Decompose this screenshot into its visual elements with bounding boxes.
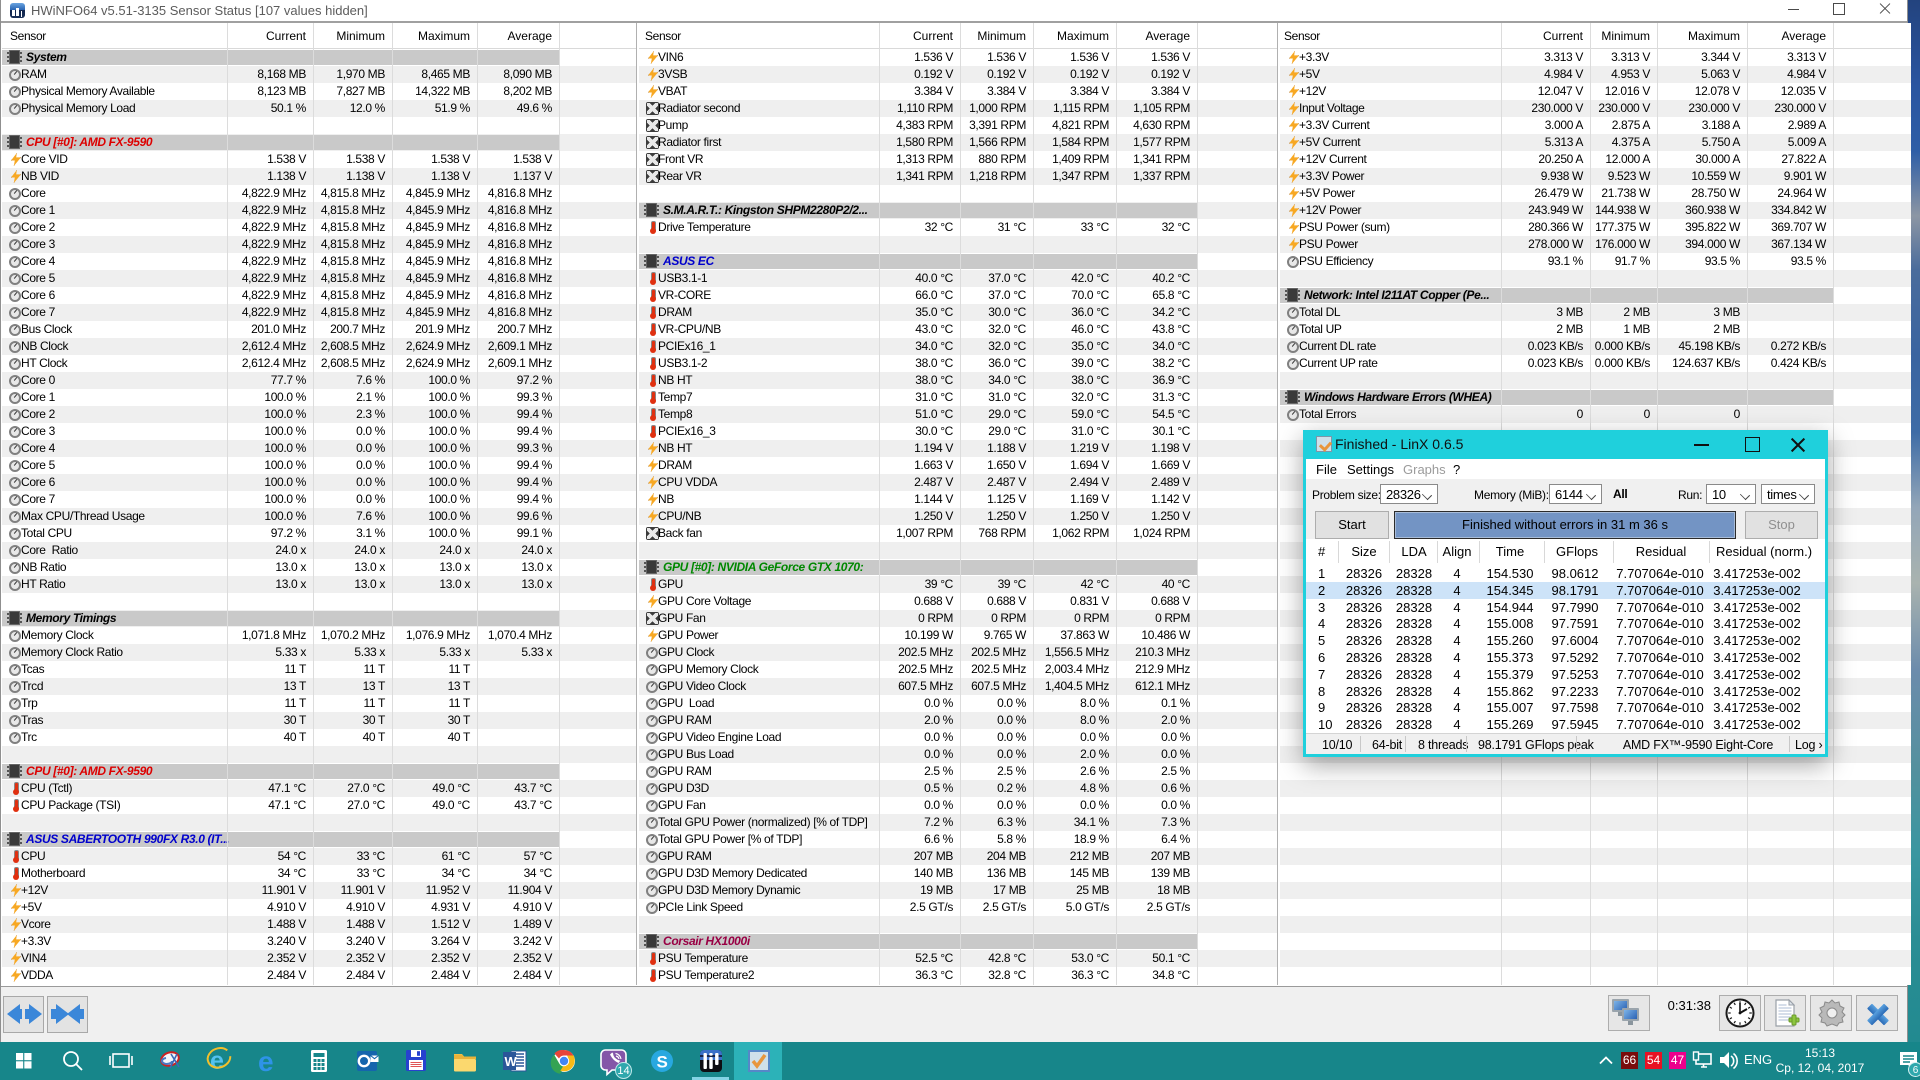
- svg-text:W: W: [505, 1054, 518, 1069]
- svg-text:e: e: [258, 1046, 274, 1077]
- svg-text:S: S: [657, 1053, 668, 1072]
